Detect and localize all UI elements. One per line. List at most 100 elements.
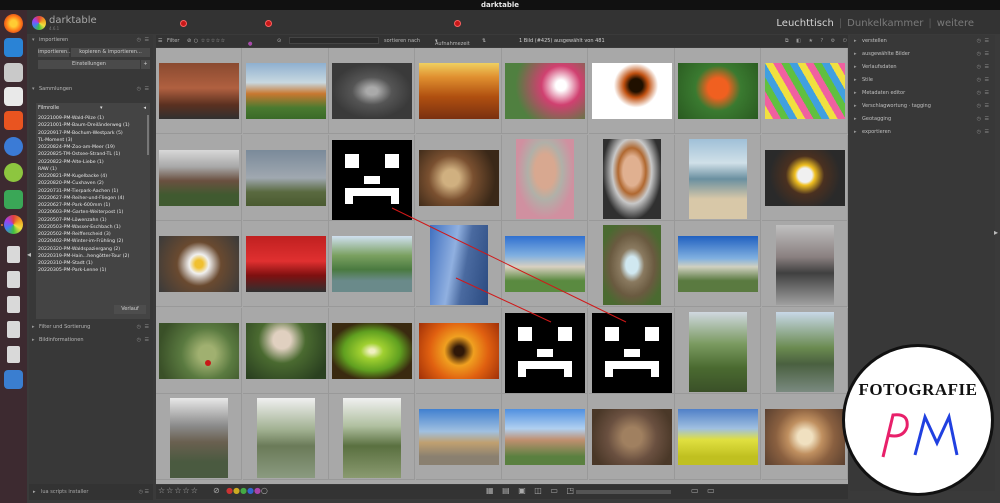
collection-item[interactable]: 20221001-PM-Baum-Dreiländerweg (1) (38, 122, 146, 129)
collapse-left-panel-icon[interactable]: ◂ (27, 250, 31, 259)
module-selected-images[interactable]: ▸ ausgewählte Bilder ◷ ☰ (854, 48, 990, 60)
bottom-right-icons[interactable]: ▭ ▭ (691, 486, 718, 495)
collection-item[interactable]: 20220822-PM-Alte-Liebe (1) (38, 159, 146, 166)
collection-item[interactable]: 20220821-PM-Kugelbacke (4) (38, 173, 146, 180)
module-preset-icons[interactable]: ◷ ☰ (137, 36, 150, 45)
toolbar-icons[interactable]: ⧉ ◧ ★ ? ⚙ ⏻ (785, 38, 850, 44)
filter-sort-module-header[interactable]: ▸ Filter und Sortierung ◷ ☰ (32, 323, 150, 332)
expand-caret-icon: ▸ (854, 51, 857, 57)
collapse-right-panel-icon[interactable]: ▸ (994, 228, 998, 237)
help-icon[interactable] (4, 137, 23, 156)
import-button[interactable]: importieren... (38, 48, 72, 57)
collection-list[interactable]: 20221009-PM-Wald-Pilze (1) 20221001-PM-Ba… (38, 115, 146, 303)
app-dock (0, 10, 27, 503)
collection-item[interactable]: 20220402-PM-Winter-im-Frühling (2) (38, 238, 146, 245)
collection-item[interactable]: 20221009-PM-Wald-Pilze (1) (38, 115, 146, 122)
module-preset-icons[interactable]: ◷ ☰ (139, 489, 149, 495)
collection-item[interactable]: 20220824-PM-Zoo-am-Meer (19) (38, 144, 146, 151)
star-rating-icons[interactable]: ☆☆☆☆☆ (158, 486, 199, 495)
collection-item[interactable]: 20220305-PM-Park-Lenne (1) (38, 267, 146, 274)
module-preset-icons[interactable]: ◷ ☰ (977, 61, 990, 73)
text-search-icon[interactable]: ⊙ (277, 38, 281, 44)
lighttable-grid[interactable] (156, 48, 848, 484)
running-indicator (1, 224, 3, 226)
document-icon[interactable] (7, 296, 20, 313)
lua-scripts-footer[interactable]: ▸ lua scripts installer ◷ ☰ (29, 484, 153, 500)
filter-label: Filter (167, 38, 180, 44)
files-icon[interactable] (4, 63, 23, 82)
collection-item[interactable]: 20220319-PM-Hain...hengötter-Tour (2) (38, 253, 146, 260)
spreadsheet-icon[interactable] (4, 190, 23, 209)
collection-item[interactable]: 20220507-PM-Löwenzahn (1) (38, 217, 146, 224)
module-preset-icons[interactable]: ◷ ☰ (977, 126, 990, 138)
module-preset-icons[interactable]: ◷ ☰ (977, 48, 990, 60)
collection-item[interactable]: 20220502-PM-Reifferscheid (3) (38, 231, 146, 238)
collection-item[interactable]: 20220320-PM-Waldspaziergang (2) (38, 246, 146, 253)
document-icon[interactable] (7, 321, 20, 338)
text-editor-icon[interactable] (4, 87, 23, 106)
collection-item[interactable]: 20220825-TM-Ostsee-Strand-TL (1) (38, 151, 146, 158)
module-styles[interactable]: ▸ Stile ◷ ☰ (854, 74, 990, 86)
annotation-arrows (205, 207, 627, 366)
yarock-icon[interactable] (4, 163, 23, 182)
scrollbar[interactable] (147, 115, 149, 155)
expand-caret-icon: ▸ (854, 129, 857, 135)
rating-filter[interactable]: ⊘ ○ ☆☆☆☆☆ (187, 38, 226, 44)
collection-item[interactable]: 20220503-PM-Wasser-Eschbach (1) (38, 224, 146, 231)
image-info-module-header[interactable]: ▸ Bildinformationen ◷ ☰ (32, 336, 150, 345)
view-separator: | (928, 18, 932, 29)
text-search-input[interactable] (289, 37, 379, 44)
collection-item[interactable]: 20220627-PM-Reiher-und-Fliegen (4) (38, 195, 146, 202)
view-lighttable[interactable]: Leuchttisch (776, 18, 833, 29)
import-settings-button[interactable]: Einstellungen (38, 60, 140, 69)
collection-item[interactable]: 20220917-PM-Bochum-Westpark (5) (38, 130, 146, 137)
history-button[interactable]: Verlauf (114, 305, 146, 314)
collection-item[interactable]: 20220820-PM-Cuxhaven (2) (38, 180, 146, 187)
collection-item[interactable]: 20220603-PM-Garten-Weiterpost (1) (38, 209, 146, 216)
module-preset-icons[interactable]: ◷ ☰ (137, 85, 150, 94)
module-preset-icons[interactable]: ◷ ☰ (977, 74, 990, 86)
sort-select[interactable]: Aufnahmezeit ▾ (435, 38, 470, 47)
document-icon[interactable] (7, 271, 20, 288)
layout-mode-icons[interactable]: ▦ ▤ ▣ ◫ ▭ ◳ (486, 486, 577, 495)
drive-icon[interactable] (4, 370, 23, 389)
zoom-slider[interactable] (576, 490, 671, 494)
view-darkroom[interactable]: Dunkelkammer (847, 18, 923, 29)
module-preset-icons[interactable]: ◷ ☰ (137, 323, 150, 332)
collections-box: Filmrolle ▾ ◂ 20221009-PM-Wald-Pilze (1)… (36, 103, 150, 319)
module-preset-icons[interactable]: ◷ ☰ (977, 87, 990, 99)
sort-direction-icon[interactable]: ⇅ (482, 38, 486, 44)
module-preset-icons[interactable]: ◷ ☰ (977, 100, 990, 112)
module-select-images[interactable]: ▸ verstellen ◷ ☰ (854, 35, 990, 47)
reject-icon[interactable]: ⊘ (213, 486, 220, 495)
mail-client-icon[interactable] (4, 38, 23, 57)
module-preset-icons[interactable]: ◷ ☰ (977, 35, 990, 47)
module-preset-icons[interactable]: ◷ ☰ (977, 113, 990, 125)
module-metadata-editor[interactable]: ▸ Metadaten editor ◷ ☰ (854, 87, 990, 99)
firefox-icon[interactable] (4, 14, 23, 33)
filter-toggle-icon[interactable]: ☰ (158, 38, 162, 44)
module-export[interactable]: ▸ exportieren ◷ ☰ (854, 126, 990, 138)
software-center-icon[interactable] (4, 111, 23, 130)
import-module-header[interactable]: ▾ importieren ◷ ☰ (32, 36, 150, 45)
copy-import-button[interactable]: kopieren & importieren... (71, 48, 150, 57)
collection-item[interactable]: 20220731-PM-Tierpark-Aachen (1) (38, 188, 146, 195)
rule-options-icon[interactable]: ◂ (143, 105, 146, 112)
module-preset-icons[interactable]: ◷ ☰ (137, 336, 150, 345)
document-icon[interactable] (7, 346, 20, 363)
module-geotagging[interactable]: ▸ Geotagging ◷ ☰ (854, 113, 990, 125)
collection-item[interactable]: RAW (1) (38, 166, 146, 173)
collections-module-header[interactable]: ▾ Sammlungen ◷ ☰ (32, 85, 150, 94)
color-label-buttons[interactable]: ●●●●●○ (226, 486, 268, 495)
document-icon[interactable] (7, 246, 20, 263)
module-history[interactable]: ▸ Verlaufsdaten ◷ ☰ (854, 61, 990, 73)
collection-item[interactable]: 20220310-PM-Stadt (1) (38, 260, 146, 267)
add-icon[interactable]: + (141, 60, 150, 69)
module-tagging[interactable]: ▸ Verschlagwortung · tagging ◷ ☰ (854, 100, 990, 112)
collection-item[interactable]: 20220627-PM-Park-600mm (1) (38, 202, 146, 209)
darktable-icon[interactable] (4, 215, 23, 234)
expand-caret-icon: ▸ (854, 77, 857, 83)
view-more[interactable]: weitere (937, 18, 974, 29)
folder-type-select[interactable]: Filmrolle ▾ ◂ (38, 105, 146, 112)
collection-item[interactable]: TL-Moment (3) (38, 137, 146, 144)
